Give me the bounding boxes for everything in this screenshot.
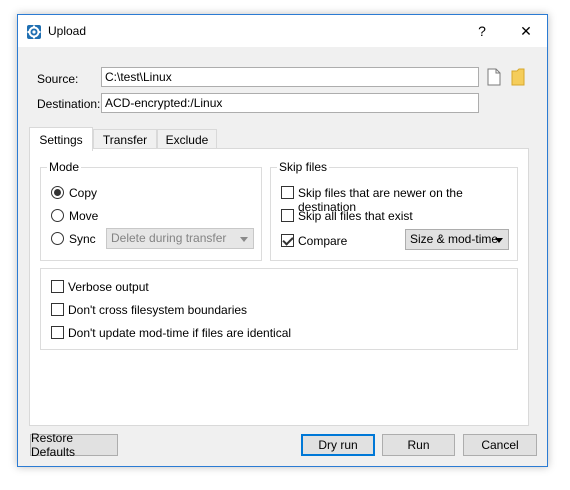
mode-move-label[interactable]: Move — [69, 209, 98, 223]
source-label: Source: — [37, 72, 79, 86]
upload-dialog: Upload ? ✕ Source: C:\test\Linux Destina… — [17, 14, 548, 467]
mode-group: Mode Copy Move Sync Delete during transf… — [40, 160, 262, 261]
settings-tab-pane: Mode Copy Move Sync Delete during transf… — [29, 148, 529, 426]
skip-existing-label[interactable]: Skip all files that exist — [298, 209, 413, 223]
folder-icon[interactable] — [511, 68, 525, 86]
mode-sync-label[interactable]: Sync — [69, 232, 96, 246]
verbose-output-label[interactable]: Verbose output — [68, 280, 149, 294]
verbose-output-checkbox[interactable] — [51, 280, 64, 293]
skip-files-group: Skip files Skip files that are newer on … — [270, 160, 518, 261]
mode-group-title: Mode — [47, 160, 82, 174]
chevron-down-icon — [495, 238, 503, 243]
cancel-button[interactable]: Cancel — [463, 434, 537, 456]
no-cross-fs-label[interactable]: Don't cross filesystem boundaries — [68, 303, 247, 317]
no-cross-fs-checkbox[interactable] — [51, 303, 64, 316]
skip-files-group-title: Skip files — [277, 160, 330, 174]
destination-field[interactable]: ACD-encrypted:/Linux — [101, 93, 479, 113]
chevron-down-icon — [240, 237, 248, 242]
close-button[interactable]: ✕ — [504, 15, 548, 47]
dry-run-button[interactable]: Dry run — [301, 434, 375, 456]
source-field[interactable]: C:\test\Linux — [101, 67, 479, 87]
compare-label[interactable]: Compare — [298, 234, 347, 248]
compare-method-select-value: Size & mod-time — [410, 232, 499, 246]
restore-defaults-button[interactable]: Restore Defaults — [30, 431, 118, 459]
tab-settings[interactable]: Settings — [29, 127, 93, 151]
tab-transfer[interactable]: Transfer — [93, 129, 157, 150]
mode-move-radio[interactable] — [51, 209, 64, 222]
sync-mode-select-value: Delete during transfer — [111, 231, 227, 245]
run-button[interactable]: Run — [382, 434, 455, 456]
mode-copy-radio[interactable] — [51, 186, 64, 199]
destination-label: Destination: — [37, 97, 101, 111]
window-title: Upload — [48, 24, 87, 38]
mode-copy-label[interactable]: Copy — [69, 186, 97, 200]
file-icon[interactable] — [487, 68, 501, 86]
no-update-modtime-checkbox[interactable] — [51, 326, 64, 339]
mode-sync-radio[interactable] — [51, 232, 64, 245]
compare-checkbox[interactable] — [281, 234, 294, 247]
skip-existing-checkbox[interactable] — [281, 209, 294, 222]
sync-mode-select[interactable]: Delete during transfer — [106, 228, 254, 249]
title-bar: Upload ? ✕ — [18, 15, 547, 47]
app-gear-icon — [26, 24, 42, 40]
skip-newer-checkbox[interactable] — [281, 186, 294, 199]
no-update-modtime-label[interactable]: Don't update mod-time if files are ident… — [68, 326, 291, 340]
options-group: Verbose output Don't cross filesystem bo… — [40, 268, 518, 350]
tab-exclude[interactable]: Exclude — [157, 129, 217, 150]
compare-method-select[interactable]: Size & mod-time — [405, 229, 509, 250]
help-button[interactable]: ? — [460, 15, 504, 47]
